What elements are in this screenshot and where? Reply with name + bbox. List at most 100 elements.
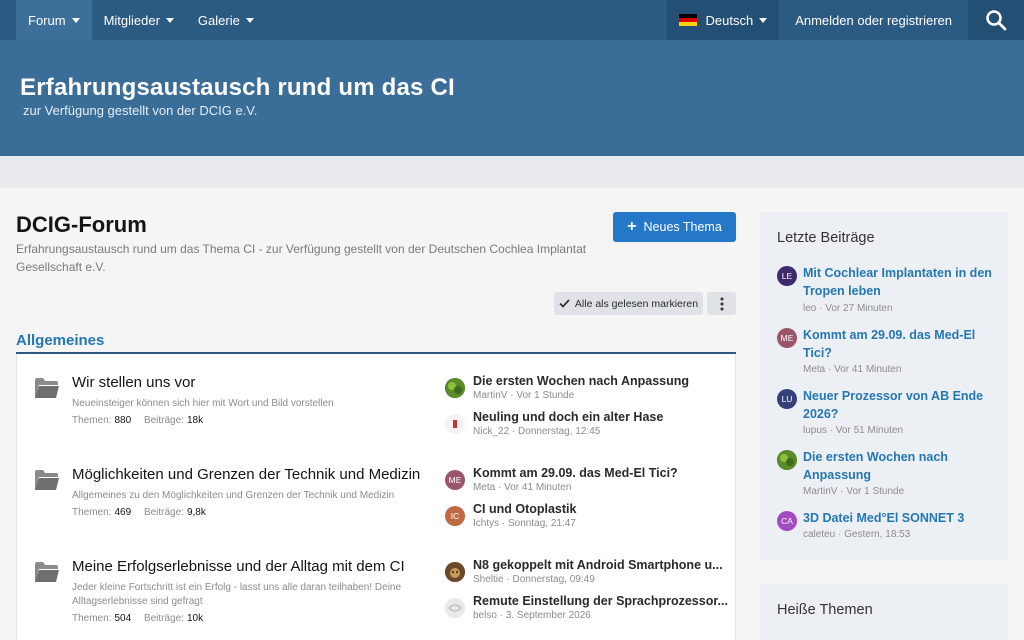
post-title[interactable]: Neuer Prozessor von AB Ende 2026? [803,387,999,423]
nav-tab-label: Galerie [197,12,240,28]
forum-title[interactable]: Meine Erfolgserlebnisse und der Alltag m… [72,558,405,575]
post-title[interactable]: 3D Datei Med°El SONNET 3 [803,509,999,527]
thread-time[interactable]: 3. September 2026 [506,610,591,621]
avatar[interactable]: LU [777,389,797,409]
chevron-down-icon [245,18,254,23]
thread-meta: MartinV · Vor 1 Stunde [473,390,575,401]
post-title[interactable]: Mit Cochlear Implantaten in den Tropen l… [803,264,999,300]
forum-title[interactable]: Möglichkeiten und Grenzen der Technik un… [72,466,420,483]
avatar[interactable]: ME [777,328,797,348]
hot-topics-widget: Heiße Themen [760,584,1008,640]
thread-title[interactable]: Kommt am 29.09. das Med-El Tici? [473,466,735,480]
nav-tab-label: Mitglieder [103,12,160,28]
thread-title[interactable]: CI und Otoplastik [473,502,735,516]
category-title[interactable]: Allgemeines [16,332,104,349]
nav-tab-gallery[interactable]: Galerie [186,0,266,40]
avatar[interactable]: LE [777,266,797,286]
banner-title[interactable]: Erfahrungsaustausch rund um das CI [20,74,455,102]
chevron-down-icon [165,18,174,23]
thread-title[interactable]: Neuling und doch ein alter Hase [473,410,735,424]
avatar[interactable] [777,450,797,470]
avatar[interactable]: CA [777,511,797,531]
thread-time[interactable]: Donnerstag, 12:45 [518,426,600,437]
post-author[interactable]: MartinV [803,486,837,497]
top-navigation: Forum Mitglieder Galerie Deutsch Anmelde… [0,0,1024,40]
chevron-down-icon [71,18,80,23]
post-time[interactable]: Vor 41 Minuten [834,364,901,375]
latest-thread: ME Kommt am 29.09. das Med-El Tici? Meta… [445,466,735,498]
posts-count: 18k [186,415,204,426]
page-title: DCIG-Forum [16,212,147,237]
thread-author[interactable]: Nick_22 [473,426,509,437]
forum-list: Wir stellen uns vor Neueinsteiger können… [16,354,736,640]
chevron-down-icon [759,18,768,23]
german-flag-icon [679,14,698,26]
thread-time[interactable]: Donnerstag, 09:49 [512,574,594,585]
recent-post: LE Mit Cochlear Implantaten in den Trope… [777,264,997,320]
posts-label: Beiträge: [143,613,184,624]
thread-time[interactable]: Vor 1 Stunde [516,390,574,401]
folder-icon [35,378,59,398]
more-options-button[interactable] [707,292,736,315]
thread-title[interactable]: Die ersten Wochen nach Anpassung [473,374,735,388]
avatar[interactable]: IC [445,506,465,526]
nav-tab-members[interactable]: Mitglieder [92,0,186,40]
latest-thread: Neuling und doch ein alter Hase Nick_22 … [445,410,735,442]
thread-author[interactable]: Ichtys [473,518,499,529]
avatar[interactable]: ME [445,470,465,490]
post-meta: caleteu · Gestern, 18:53 [803,529,911,540]
avatar[interactable] [445,414,465,434]
post-author[interactable]: Meta [803,364,825,375]
post-title[interactable]: Kommt am 29.09. das Med-El Tici? [803,326,999,362]
post-time[interactable]: Gestern, 18:53 [844,529,910,540]
post-meta: lupus · Vor 51 Minuten [803,425,904,436]
forum-description: Jeder kleine Fortschritt ist ein Erfolg … [72,582,402,607]
forum-stats: Themen: 504 Beiträge: 10k [72,613,213,624]
forum-title[interactable]: Wir stellen uns vor [72,374,195,391]
recent-post: ME Kommt am 29.09. das Med-El Tici? Meta… [777,326,997,382]
thread-author[interactable]: belso [473,610,497,621]
folder-icon [35,562,59,582]
breadcrumb-bar [0,156,1024,188]
threads-count: 504 [114,613,132,624]
threads-label: Themen: [72,613,112,624]
post-meta: leo · Vor 27 Minuten [803,303,893,314]
forum-description: Allgemeines zu den Möglichkeiten und Gre… [72,490,395,501]
thread-time[interactable]: Vor 41 Minuten [504,482,571,493]
latest-thread: Die ersten Wochen nach Anpassung MartinV… [445,374,735,406]
hot-topics-title: Heiße Themen [777,602,873,618]
avatar[interactable] [445,378,465,398]
new-thread-button[interactable]: + Neues Thema [613,212,736,242]
avatar-image [445,598,465,618]
recent-post: Die ersten Wochen nach Anpassung MartinV… [777,448,997,504]
mark-all-read-button[interactable]: Alle als gelesen markieren [554,292,703,315]
post-time[interactable]: Vor 27 Minuten [825,303,892,314]
thread-author[interactable]: MartinV [473,390,507,401]
post-author[interactable]: caleteu [803,529,835,540]
nav-tabs: Forum Mitglieder Galerie [16,0,266,40]
nav-tab-label: Forum [28,12,66,28]
post-author[interactable]: leo [803,303,816,314]
search-button[interactable] [968,0,1024,40]
post-time[interactable]: Vor 51 Minuten [836,425,903,436]
post-author[interactable]: lupus [803,425,827,436]
language-selector[interactable]: Deutsch [667,0,780,40]
thread-author[interactable]: Sheltie [473,574,504,585]
nav-tab-forum[interactable]: Forum [16,0,92,40]
avatar[interactable] [445,598,465,618]
thread-author[interactable]: Meta [473,482,495,493]
language-label: Deutsch [705,12,754,28]
post-time[interactable]: Vor 1 Stunde [846,486,904,497]
posts-count: 9,8k [186,507,206,518]
thread-title[interactable]: Remute Einstellung der Sprachprozessor..… [473,594,735,608]
thread-title[interactable]: N8 gekoppelt mit Android Smartphone u... [473,558,735,572]
plus-icon: + [627,218,637,235]
post-title[interactable]: Die ersten Wochen nach Anpassung [803,448,999,484]
avatar[interactable] [445,562,465,582]
forum-stats: Themen: 880 Beiträge: 18k [72,415,213,426]
thread-time[interactable]: Sonntag, 21:47 [508,518,576,529]
threads-count: 469 [114,507,132,518]
login-register-link[interactable]: Anmelden oder registrieren [779,0,968,40]
thread-meta: Ichtys · Sonntag, 21:47 [473,518,576,529]
folder-icon [35,470,59,490]
